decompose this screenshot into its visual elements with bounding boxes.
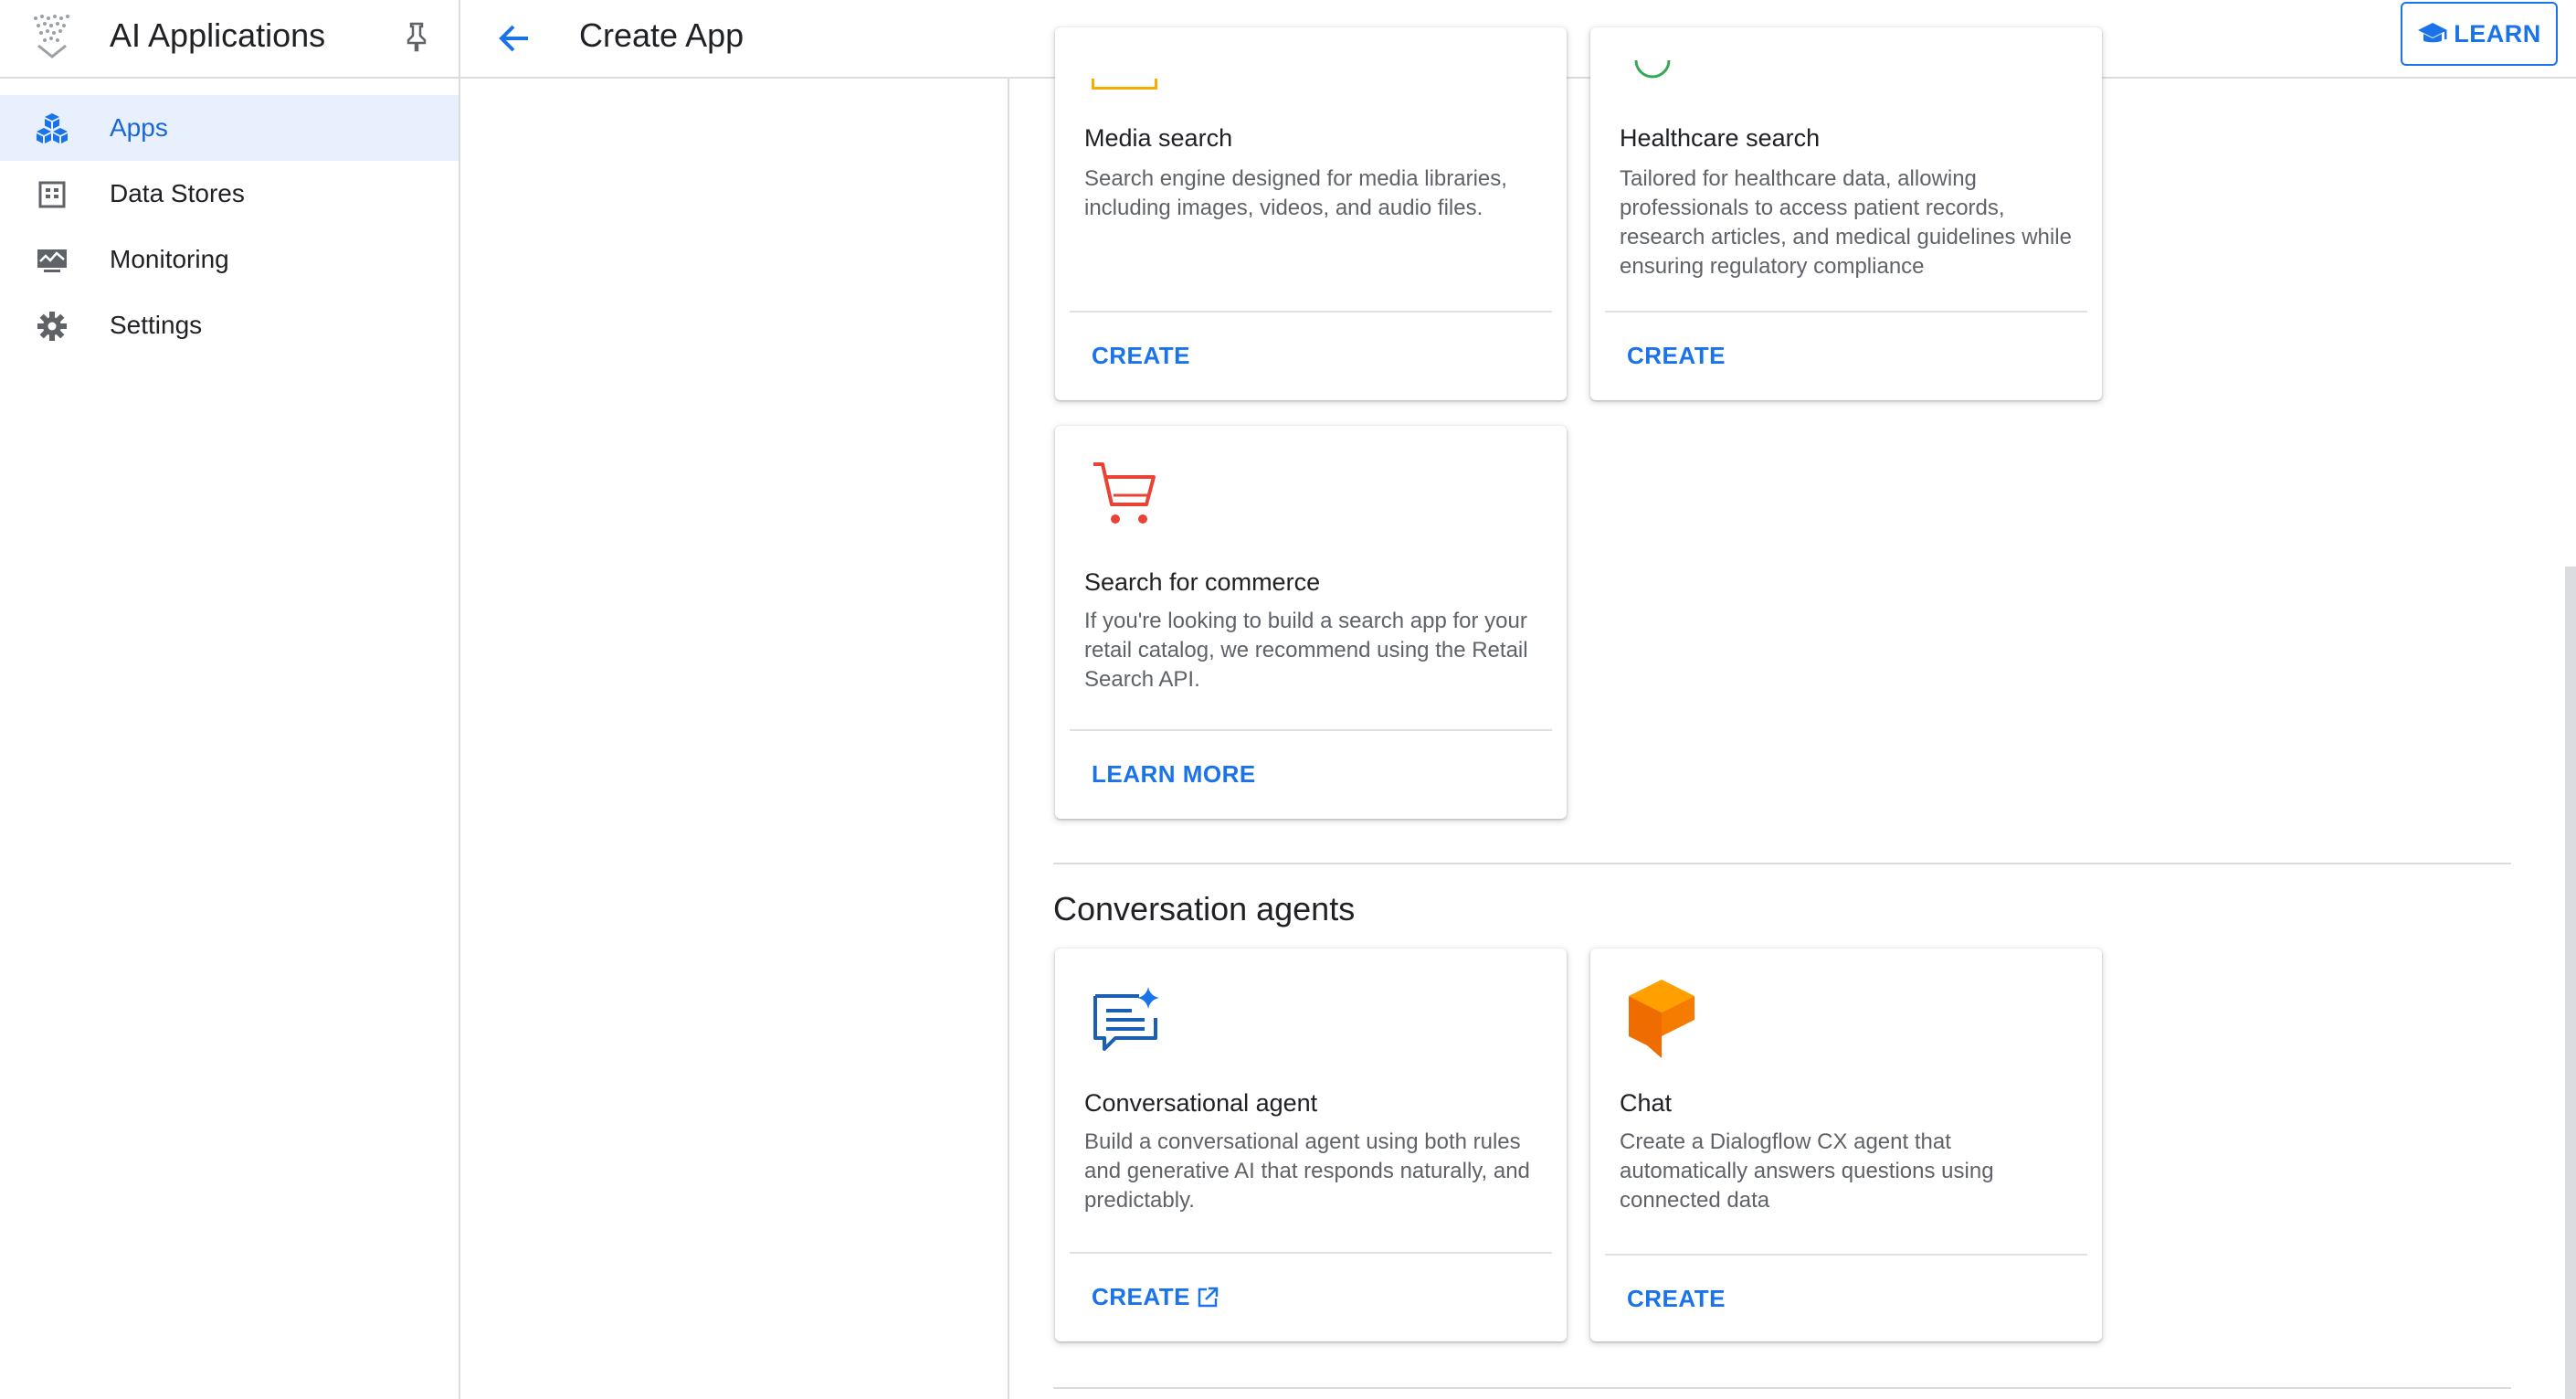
back-arrow-icon[interactable] — [491, 16, 535, 60]
conversational-agent-icon — [1093, 987, 1159, 1051]
media-search-icon — [1092, 79, 1157, 90]
open-in-new-icon — [1198, 1287, 1219, 1307]
vertical-scrollbar[interactable] — [2565, 567, 2576, 1399]
card-description: If you're looking to build a search app … — [1084, 609, 1528, 692]
settings-gear-icon — [37, 312, 67, 341]
card-description: Tailored for healthcare data, allowing p… — [1620, 166, 2072, 279]
card-divider — [1605, 1254, 2087, 1256]
monitoring-icon — [37, 249, 67, 272]
card-description: Create a Dialogflow CX agent that automa… — [1620, 1129, 1994, 1213]
sidebar-item-monitoring[interactable]: Monitoring — [0, 227, 459, 292]
sidebar-item-data-stores[interactable]: Data Stores — [0, 161, 459, 227]
product-name: AI Applications — [110, 16, 326, 54]
create-conversational-agent-button[interactable]: CREATE — [1092, 1283, 1219, 1311]
shopping-cart-icon — [1093, 462, 1156, 524]
card-divider — [1070, 729, 1552, 731]
conversational-agent-card: Conversational agent Build a conversatio… — [1055, 949, 1567, 1341]
card-divider — [1070, 1252, 1552, 1254]
sidebar-item-apps[interactable]: Apps — [0, 95, 459, 161]
sidebar-item-label: Data Stores — [110, 179, 245, 207]
learn-more-commerce-button[interactable]: LEARN MORE — [1092, 760, 1256, 789]
dialogflow-icon — [1629, 980, 1694, 1058]
create-healthcare-search-button[interactable]: CREATE — [1627, 342, 1726, 370]
content-divider — [1008, 79, 1009, 1399]
sidebar-header: AI Applications — [0, 0, 460, 79]
healthcare-icon — [1634, 60, 1671, 79]
search-for-commerce-card: Search for commerce If you're looking to… — [1055, 426, 1567, 819]
create-media-search-button[interactable]: CREATE — [1092, 342, 1190, 370]
sidebar-item-label: Settings — [110, 311, 203, 339]
school-cap-icon — [2418, 23, 2448, 43]
ai-applications-logo-icon[interactable] — [31, 13, 73, 60]
card-title: Conversational agent — [1084, 1089, 1318, 1117]
card-title: Chat — [1620, 1089, 1673, 1117]
sidebar-item-settings[interactable]: Settings — [0, 292, 459, 358]
card-divider — [1605, 311, 2087, 313]
data-store-icon — [38, 181, 66, 208]
chat-card: Chat Create a Dialogflow CX agent that a… — [1590, 949, 2102, 1341]
healthcare-search-card: Healthcare search Tailored for healthcar… — [1590, 27, 2102, 400]
card-description: Build a conversational agent using both … — [1084, 1129, 1530, 1213]
create-chat-button[interactable]: CREATE — [1627, 1285, 1726, 1313]
create-label: CREATE — [1092, 1283, 1190, 1310]
card-divider — [1070, 311, 1552, 313]
media-search-card: Media search Search engine designed for … — [1055, 27, 1567, 400]
section-divider — [1053, 863, 2511, 864]
sidebar-item-label: Monitoring — [110, 245, 229, 273]
card-title: Search for commerce — [1084, 568, 1321, 596]
learn-label: LEARN — [2454, 19, 2541, 48]
apps-cube-icon — [37, 113, 68, 143]
section-divider — [1053, 1387, 2511, 1389]
learn-button[interactable]: LEARN — [2401, 2, 2558, 66]
card-description: Search engine designed for media librari… — [1084, 166, 1507, 220]
card-title: Media search — [1084, 124, 1233, 152]
section-title-conversation-agents: Conversation agents — [1053, 890, 1356, 927]
sidebar-item-label: Apps — [110, 113, 168, 142]
page-title: Create App — [579, 16, 744, 54]
card-title: Healthcare search — [1620, 124, 1821, 152]
sidebar: AI Applications Apps Data Stores Monitor… — [0, 0, 460, 1399]
pin-icon[interactable] — [402, 20, 431, 53]
